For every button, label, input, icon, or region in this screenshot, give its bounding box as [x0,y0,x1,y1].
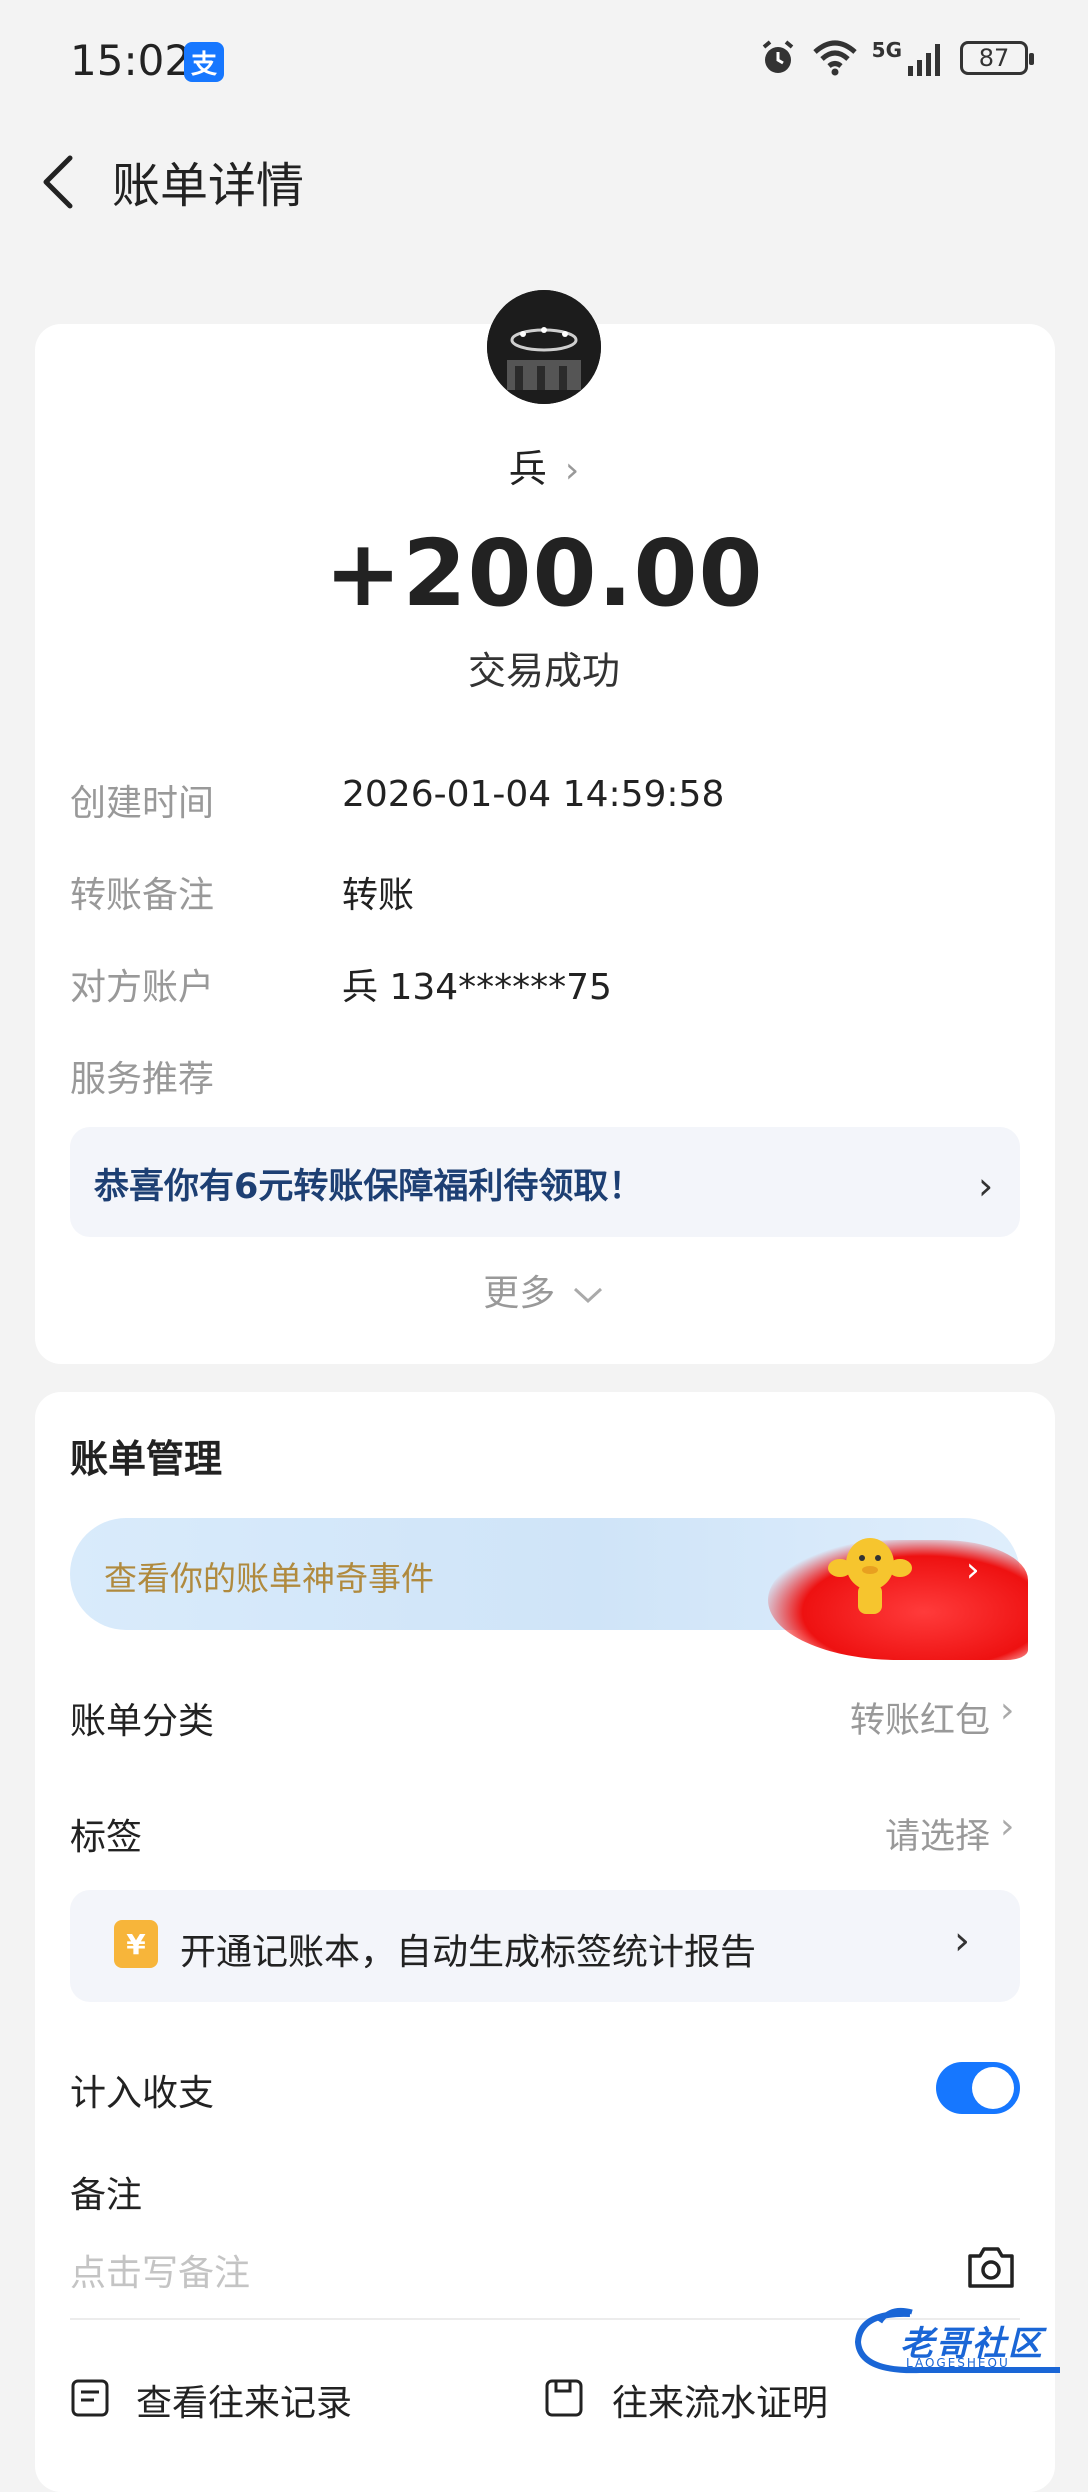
chevron-down-icon [573,1287,602,1304]
avatar[interactable] [487,290,601,404]
mascot-image [828,1538,912,1614]
toggle-knob [972,2067,1014,2109]
chevron-right-icon: › [564,450,580,491]
page-title: 账单详情 [112,158,305,214]
note-input[interactable]: 点击写备注 [70,2244,250,2296]
chevron-right-icon: › [1000,1690,1015,1731]
payee-name-link[interactable]: 兵 › [0,438,1088,493]
transaction-status: 交易成功 [467,649,620,693]
view-records-link[interactable]: 查看往来记录 [136,2374,352,2426]
ledger-promo-text: 开通记账本，自动生成标签统计报告 [180,1932,757,1973]
transfer-note-label: 转账备注 [70,875,215,916]
list-icon [71,2379,109,2417]
promo-text: 恭喜你有6元转账保障福利待领取！ [94,1167,644,1207]
back-arrow-icon[interactable] [36,152,86,212]
statement-proof-link[interactable]: 往来流水证明 [612,2374,828,2426]
chevron-right-icon: › [1000,1806,1015,1847]
status-time: 15:02 [70,36,192,85]
status-icons: 5G 87 [758,38,1034,78]
battery-indicator: 87 [960,41,1034,75]
created-time-value: 2026-01-04 14:59:58 [342,774,725,815]
banner-text: 查看你的账单神奇事件 [104,1559,434,1598]
chevron-right-icon: › [954,1918,970,1964]
yuan-ledger-icon: ¥ [114,1920,158,1968]
more-label: 更多 [483,1273,556,1314]
transfer-note-value: 转账 [342,875,415,916]
payee-name: 兵 [508,447,547,491]
section-title: 账单管理 [70,1437,223,1481]
note-label: 备注 [70,2175,143,2216]
counterparty-label: 对方账户 [70,967,215,1008]
chevron-right-icon: › [978,1164,994,1208]
network-5g-label: 5G [871,38,902,62]
wifi-icon [812,40,857,76]
more-button[interactable]: 更多 [0,1264,1088,1316]
watermark-subtext: LAOGESHEQU [906,2356,1010,2370]
tag-select[interactable]: 请选择 [885,1808,990,1859]
counterparty-value: 兵 134******75 [342,967,612,1008]
created-time-label: 创建时间 [70,783,215,824]
chevron-right-icon: › [966,1550,980,1590]
amount: +200.00 [324,520,764,627]
service-recommend-label: 服务推荐 [70,1059,215,1100]
signal-icon [908,44,940,76]
alarm-icon [762,40,793,73]
save-icon [545,2379,583,2417]
category-value[interactable]: 转账红包 [850,1692,990,1743]
category-label: 账单分类 [70,1701,215,1742]
alipay-app-icon: 支 [184,42,224,82]
count-in-label: 计入收支 [70,2073,215,2114]
tag-label: 标签 [70,1817,143,1858]
camera-icon[interactable] [966,2244,1016,2290]
